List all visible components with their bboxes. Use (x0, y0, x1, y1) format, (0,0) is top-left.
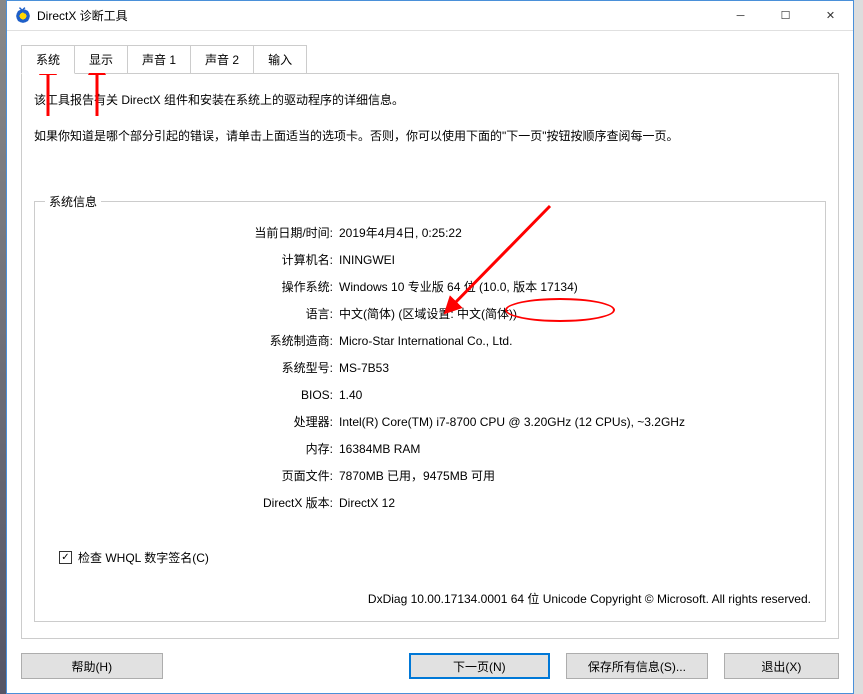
tab-sound1[interactable]: 声音 1 (127, 45, 191, 73)
value-mfr: Micro-Star International Co., Ltd. (339, 332, 811, 350)
tab-input[interactable]: 输入 (253, 45, 307, 73)
row-computer: 计算机名: ININGWEI (49, 251, 811, 269)
row-dxver: DirectX 版本: DirectX 12 (49, 494, 811, 512)
row-model: 系统型号: MS-7B53 (49, 359, 811, 377)
dxdiag-icon (15, 8, 31, 24)
row-datetime: 当前日期/时间: 2019年4月4日, 0:25:22 (49, 224, 811, 242)
value-cpu: Intel(R) Core(TM) i7-8700 CPU @ 3.20GHz … (339, 413, 811, 431)
save-all-button[interactable]: 保存所有信息(S)... (566, 653, 708, 679)
value-bios: 1.40 (339, 386, 811, 404)
row-mem: 内存: 16384MB RAM (49, 440, 811, 458)
row-lang: 语言: 中文(简体) (区域设置: 中文(简体)) (49, 305, 811, 323)
value-mem: 16384MB RAM (339, 440, 811, 458)
maximize-button[interactable]: ☐ (763, 1, 808, 30)
tab-sound2[interactable]: 声音 2 (190, 45, 254, 73)
whql-checkbox[interactable]: ✓ 检查 WHQL 数字签名(C) (59, 549, 811, 566)
description-text: 该工具报告有关 DirectX 组件和安装在系统上的驱动程序的详细信息。 如果你… (34, 90, 826, 161)
label-os: 操作系统: (49, 278, 339, 296)
value-pagefile: 7870MB 已用，9475MB 可用 (339, 467, 811, 485)
value-computer: ININGWEI (339, 251, 811, 269)
row-pagefile: 页面文件: 7870MB 已用，9475MB 可用 (49, 467, 811, 485)
label-model: 系统型号: (49, 359, 339, 377)
row-bios: BIOS: 1.40 (49, 386, 811, 404)
row-os: 操作系统: Windows 10 专业版 64 位 (10.0, 版本 1713… (49, 278, 811, 296)
tab-display[interactable]: 显示 (74, 45, 128, 73)
next-page-button[interactable]: 下一页(N) (409, 653, 551, 679)
label-mem: 内存: (49, 440, 339, 458)
copyright-text: DxDiag 10.00.17134.0001 64 位 Unicode Cop… (49, 576, 811, 607)
label-datetime: 当前日期/时间: (49, 224, 339, 242)
help-button[interactable]: 帮助(H) (21, 653, 163, 679)
tab-panel-system: 该工具报告有关 DirectX 组件和安装在系统上的驱动程序的详细信息。 如果你… (21, 73, 839, 639)
value-os: Windows 10 专业版 64 位 (10.0, 版本 17134) (339, 278, 811, 296)
value-datetime: 2019年4月4日, 0:25:22 (339, 224, 811, 242)
label-lang: 语言: (49, 305, 339, 323)
value-lang: 中文(简体) (区域设置: 中文(简体)) (339, 305, 811, 323)
tab-system[interactable]: 系统 (21, 45, 75, 74)
minimize-button[interactable]: ─ (718, 1, 763, 30)
checkbox-icon: ✓ (59, 551, 72, 564)
system-info-groupbox: 系统信息 当前日期/时间: 2019年4月4日, 0:25:22 计算机名: I… (34, 201, 826, 622)
label-computer: 计算机名: (49, 251, 339, 269)
label-dxver: DirectX 版本: (49, 494, 339, 512)
button-bar: 帮助(H) 下一页(N) 保存所有信息(S)... 退出(X) (21, 639, 839, 679)
label-pagefile: 页面文件: (49, 467, 339, 485)
label-mfr: 系统制造商: (49, 332, 339, 350)
value-model: MS-7B53 (339, 359, 811, 377)
row-mfr: 系统制造商: Micro-Star International Co., Ltd… (49, 332, 811, 350)
label-bios: BIOS: (49, 386, 339, 404)
dxdiag-window: DirectX 诊断工具 ─ ☐ ✕ 系统 显示 声音 1 声音 2 输入 该工… (6, 0, 854, 694)
whql-checkbox-label: 检查 WHQL 数字签名(C) (78, 549, 209, 566)
label-cpu: 处理器: (49, 413, 339, 431)
exit-button[interactable]: 退出(X) (724, 653, 839, 679)
tab-strip: 系统 显示 声音 1 声音 2 输入 (21, 45, 839, 73)
titlebar: DirectX 诊断工具 ─ ☐ ✕ (7, 1, 853, 31)
close-button[interactable]: ✕ (808, 1, 853, 30)
row-cpu: 处理器: Intel(R) Core(TM) i7-8700 CPU @ 3.2… (49, 413, 811, 431)
groupbox-title: 系统信息 (45, 193, 101, 210)
value-dxver: DirectX 12 (339, 494, 811, 512)
window-title: DirectX 诊断工具 (37, 7, 718, 24)
